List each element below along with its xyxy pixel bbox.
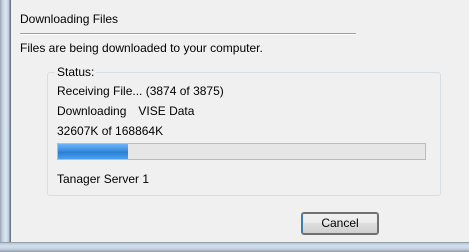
status-legend: Status: [55, 65, 97, 79]
download-progress-bar [57, 143, 426, 160]
dialog-title: Downloading Files [20, 12, 119, 26]
dialog-subtitle: Files are being downloaded to your compu… [20, 41, 263, 55]
title-divider [20, 33, 356, 35]
receiving-file-text: Receiving File... (3874 of 3875) [57, 84, 224, 98]
downloading-label: Downloading [57, 104, 127, 118]
window-left-border [0, 0, 10, 252]
download-size-text: 32607K of 168864K [57, 124, 164, 138]
cancel-button[interactable]: Cancel [301, 212, 379, 235]
window-bottom-border [0, 242, 469, 252]
downloading-line: Downloading VISE Data [57, 104, 194, 118]
server-name: Tanager Server 1 [57, 172, 150, 186]
progress-fill [58, 144, 128, 159]
downloading-item: VISE Data [138, 104, 195, 118]
